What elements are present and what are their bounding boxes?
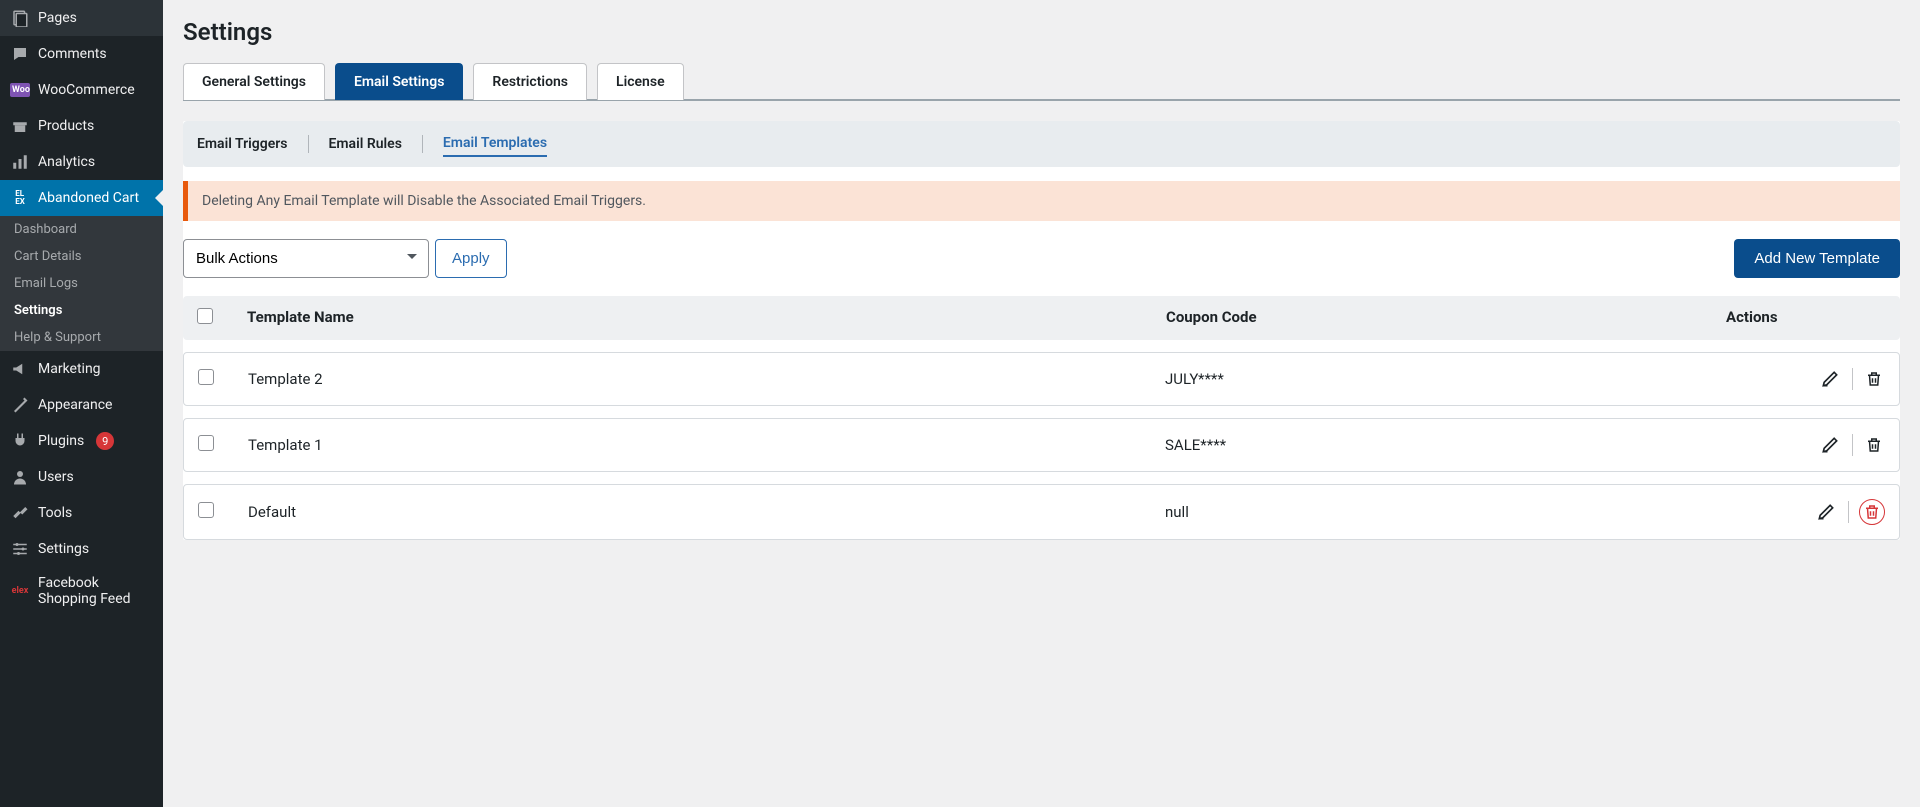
sidebar-item-facebook-shopping-feed[interactable]: elex Facebook Shopping Feed xyxy=(0,567,163,615)
sidebar-item-comments[interactable]: Comments xyxy=(0,36,163,72)
select-all-checkbox[interactable] xyxy=(197,308,213,324)
row-checkbox[interactable] xyxy=(198,369,214,385)
primary-tabs: General Settings Email Settings Restrictio… xyxy=(183,62,1900,101)
trash-icon[interactable] xyxy=(1859,499,1885,525)
submenu-item-settings[interactable]: Settings xyxy=(0,297,163,324)
edit-icon[interactable] xyxy=(1818,367,1842,391)
coupon-code: SALE**** xyxy=(1165,436,1725,454)
tools-icon xyxy=(10,503,30,523)
sidebar-item-woocommerce[interactable]: Woo WooCommerce xyxy=(0,72,163,108)
table-header: Template Name Coupon Code Actions xyxy=(183,296,1900,340)
tab-email-settings[interactable]: Email Settings xyxy=(335,63,463,100)
submenu-item-email-logs[interactable]: Email Logs xyxy=(0,270,163,297)
col-header-coupon: Coupon Code xyxy=(1166,308,1726,328)
main-content: Settings General Settings Email Settings R… xyxy=(163,0,1920,807)
edit-icon[interactable] xyxy=(1818,433,1842,457)
sub-tabs: Email Triggers Email Rules Email Templates xyxy=(183,121,1900,167)
plugins-icon xyxy=(10,431,30,451)
subtab-email-templates[interactable]: Email Templates xyxy=(443,131,547,157)
table-row: Template 1SALE**** xyxy=(183,418,1900,472)
table-row: Defaultnull xyxy=(183,484,1900,540)
subtab-email-rules[interactable]: Email Rules xyxy=(329,132,402,156)
warning-notice: Deleting Any Email Template will Disable… xyxy=(183,181,1900,221)
sidebar-item-label: Abandoned Cart xyxy=(38,190,139,206)
page-title: Settings xyxy=(183,18,1900,46)
sidebar-item-label: Users xyxy=(38,469,74,485)
comment-icon xyxy=(10,44,30,64)
woo-icon: Woo xyxy=(10,80,30,100)
row-checkbox[interactable] xyxy=(198,502,214,518)
analytics-icon xyxy=(10,152,30,172)
trash-icon[interactable] xyxy=(1863,368,1885,390)
sidebar-item-label: Plugins xyxy=(38,433,84,449)
settings-icon xyxy=(10,539,30,559)
settings-panel: Email Triggers Email Rules Email Templates… xyxy=(183,121,1900,540)
sidebar-item-label: Facebook Shopping Feed xyxy=(38,575,155,607)
sidebar-item-pages[interactable]: Pages xyxy=(0,0,163,36)
template-name: Template 2 xyxy=(248,370,1165,388)
marketing-icon xyxy=(10,359,30,379)
products-icon xyxy=(10,116,30,136)
col-header-name: Template Name xyxy=(247,308,1166,328)
sidebar-item-label: Marketing xyxy=(38,361,101,377)
col-header-actions: Actions xyxy=(1726,308,1886,328)
sidebar-item-label: Settings xyxy=(38,541,89,557)
apply-button[interactable]: Apply xyxy=(435,239,507,278)
sidebar-item-settings[interactable]: Settings xyxy=(0,531,163,567)
admin-sidebar: Pages Comments Woo WooCommerce Products Analy… xyxy=(0,0,163,807)
sidebar-item-label: Pages xyxy=(38,10,77,26)
sidebar-item-appearance[interactable]: Appearance xyxy=(0,387,163,423)
sidebar-item-label: Tools xyxy=(38,505,72,521)
trash-icon[interactable] xyxy=(1863,434,1885,456)
coupon-code: null xyxy=(1165,503,1725,521)
sidebar-item-label: Analytics xyxy=(38,154,95,170)
update-count-badge: 9 xyxy=(96,432,114,450)
row-checkbox[interactable] xyxy=(198,435,214,451)
users-icon xyxy=(10,467,30,487)
template-name: Template 1 xyxy=(248,436,1165,454)
submenu-item-dashboard[interactable]: Dashboard xyxy=(0,216,163,243)
sidebar-item-abandoned-cart[interactable]: ELEX Abandoned Cart xyxy=(0,180,163,216)
sidebar-item-marketing[interactable]: Marketing xyxy=(0,351,163,387)
pages-icon xyxy=(10,8,30,28)
table-row: Template 2JULY**** xyxy=(183,352,1900,406)
sidebar-item-products[interactable]: Products xyxy=(0,108,163,144)
bulk-actions-select[interactable]: Bulk Actions xyxy=(183,239,429,278)
submenu-item-help-&-support[interactable]: Help & Support xyxy=(0,324,163,351)
sidebar-item-label: Appearance xyxy=(38,397,112,413)
tab-restrictions[interactable]: Restrictions xyxy=(473,63,587,100)
sidebar-item-label: WooCommerce xyxy=(38,82,135,98)
add-new-template-button[interactable]: Add New Template xyxy=(1734,239,1900,278)
appearance-icon xyxy=(10,395,30,415)
elex-icon: ELEX xyxy=(10,188,30,208)
template-name: Default xyxy=(248,503,1165,521)
templates-table: Template Name Coupon Code Actions Templa… xyxy=(183,296,1900,540)
submenu-item-cart-details[interactable]: Cart Details xyxy=(0,243,163,270)
subtab-email-triggers[interactable]: Email Triggers xyxy=(197,132,288,156)
sidebar-item-analytics[interactable]: Analytics xyxy=(0,144,163,180)
coupon-code: JULY**** xyxy=(1165,370,1725,388)
sidebar-item-plugins[interactable]: Plugins 9 xyxy=(0,423,163,459)
sidebar-item-label: Comments xyxy=(38,46,107,62)
sidebar-item-tools[interactable]: Tools xyxy=(0,495,163,531)
tab-general-settings[interactable]: General Settings xyxy=(183,63,325,100)
table-toolbar: Bulk Actions Apply Add New Template xyxy=(183,239,1900,278)
sidebar-item-users[interactable]: Users xyxy=(0,459,163,495)
tab-license[interactable]: License xyxy=(597,63,684,100)
sidebar-item-label: Products xyxy=(38,118,94,134)
edit-icon[interactable] xyxy=(1814,500,1838,524)
feed-icon: elex xyxy=(10,581,30,601)
